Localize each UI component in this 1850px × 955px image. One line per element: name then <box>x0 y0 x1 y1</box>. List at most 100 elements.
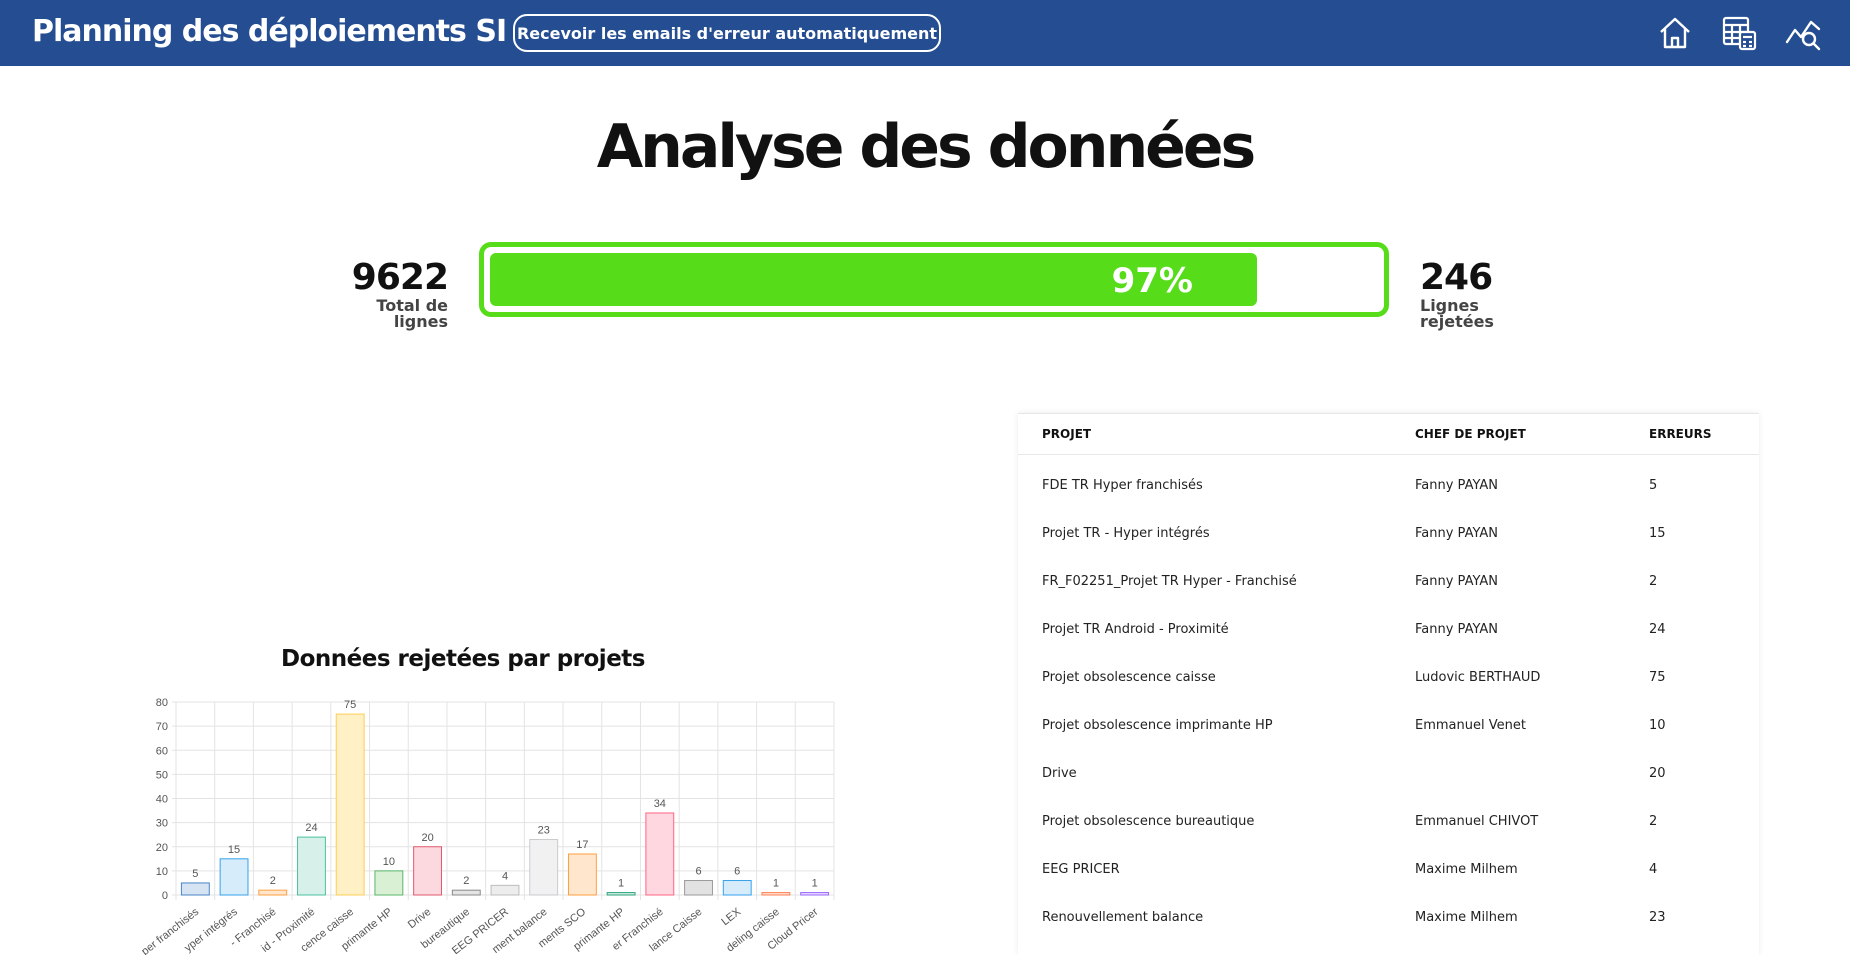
total-lines-value: 9622 <box>351 257 449 298</box>
table-row[interactable]: Projet obsolescence bureautique Emmanuel … <box>1018 798 1759 846</box>
y-tick-label: 10 <box>156 866 168 878</box>
errors-cell: 23 <box>1649 910 1666 925</box>
errors-cell: 2 <box>1649 574 1658 589</box>
table-row[interactable]: EEG PRICER Maxime Milhem 4 <box>1018 846 1759 894</box>
y-tick-label: 80 <box>156 697 168 709</box>
project-cell: Projet obsolescence caisse <box>1042 670 1216 685</box>
bar <box>645 812 675 896</box>
x-tick-label: Drive <box>406 906 434 931</box>
table-row[interactable]: Projet TR - Hyper intégrés Fanny PAYAN 15 <box>1018 510 1759 558</box>
data-label: 6 <box>734 866 740 878</box>
y-tick-label: 40 <box>156 794 168 806</box>
bar <box>374 870 404 896</box>
x-tick-label: LEX <box>719 906 743 929</box>
errors-cell: 75 <box>1649 670 1666 685</box>
progress-fill: 97% <box>490 253 1257 306</box>
rejected-by-project-chart: 010203040506070805per franchisés15yper i… <box>140 697 835 955</box>
data-label: 4 <box>502 870 508 882</box>
errors-cell: 4 <box>1649 862 1658 877</box>
errors-cell: 24 <box>1649 622 1666 637</box>
bar <box>258 889 288 896</box>
data-label: 24 <box>305 822 317 834</box>
project-manager-cell: Maxime Milhem <box>1415 910 1518 925</box>
data-label: 6 <box>695 866 701 878</box>
table-row[interactable]: FDE TR Hyper franchisés Fanny PAYAN 5 <box>1018 462 1759 510</box>
table-row[interactable]: Drive 20 <box>1018 750 1759 798</box>
top-bar: Planning des déploiements SI Recevoir le… <box>0 0 1850 66</box>
errors-cell: 10 <box>1649 718 1666 733</box>
table-calculator-icon[interactable] <box>1720 14 1758 52</box>
project-cell: Projet TR Android - Proximité <box>1042 622 1229 637</box>
table-header: PROJET CHEF DE PROJET ERREURS <box>1018 414 1759 455</box>
success-progress-bar: 97% <box>479 242 1389 317</box>
bar <box>722 880 752 896</box>
project-cell: EEG PRICER <box>1042 862 1120 877</box>
project-manager-cell: Emmanuel Venet <box>1415 718 1526 733</box>
bar <box>451 889 481 896</box>
bar <box>413 846 443 896</box>
y-tick-label: 60 <box>156 745 168 757</box>
project-cell: Projet obsolescence bureautique <box>1042 814 1255 829</box>
errors-cell: 5 <box>1649 478 1658 493</box>
app-title: Planning des déploiements SI <box>32 14 507 49</box>
home-icon[interactable] <box>1656 14 1694 52</box>
page-title: Analyse des données <box>596 112 1257 182</box>
project-cell: Projet TR - Hyper intégrés <box>1042 526 1210 541</box>
y-tick-label: 70 <box>156 721 168 733</box>
bar <box>529 839 559 896</box>
y-tick-label: 0 <box>162 890 168 902</box>
project-manager-cell: Fanny PAYAN <box>1415 622 1498 637</box>
bar <box>761 892 791 896</box>
project-cell: Renouvellement balance <box>1042 910 1204 925</box>
total-lines-stat: 9622 Total de lignes <box>300 257 449 331</box>
errors-table: PROJET CHEF DE PROJET ERREURS FDE TR Hyp… <box>1018 413 1759 955</box>
progress-percent: 97% <box>1111 261 1193 301</box>
data-label: 34 <box>654 798 666 810</box>
bar <box>567 853 597 896</box>
data-label: 10 <box>383 856 395 868</box>
header-erreurs[interactable]: ERREURS <box>1649 427 1712 441</box>
y-tick-label: 20 <box>156 842 168 854</box>
data-label: 17 <box>576 839 588 851</box>
bar <box>800 892 830 896</box>
bar <box>335 713 365 896</box>
data-label: 2 <box>270 875 276 887</box>
header-chef-de-projet[interactable]: CHEF DE PROJET <box>1415 427 1526 441</box>
project-cell: Projet obsolescence imprimante HP <box>1042 718 1273 733</box>
bar <box>606 892 636 896</box>
data-label: 1 <box>618 878 624 890</box>
data-label: 75 <box>344 699 356 711</box>
data-label: 2 <box>463 875 469 887</box>
project-cell: FR_F02251_Projet TR Hyper - Franchisé <box>1042 574 1297 589</box>
chart-title: Données rejetées par projets <box>281 646 645 672</box>
project-cell: Drive <box>1042 766 1077 781</box>
data-label: 1 <box>773 878 779 890</box>
table-row[interactable]: Projet obsolescence caisse Ludovic BERTHA… <box>1018 654 1759 702</box>
table-row[interactable]: FR_F02251_Projet TR Hyper - Franchisé Fan… <box>1018 558 1759 606</box>
project-manager-cell: Fanny PAYAN <box>1415 574 1498 589</box>
header-projet[interactable]: PROJET <box>1042 427 1091 441</box>
table-row[interactable]: Renouvellement balance Maxime Milhem 23 <box>1018 894 1759 942</box>
rejected-lines-stat: 246 Lignes rejetées <box>1420 258 1580 330</box>
y-tick-label: 30 <box>156 818 168 830</box>
table-row[interactable]: Projet TR Android - Proximité Fanny PAYAN… <box>1018 606 1759 654</box>
errors-cell: 2 <box>1649 814 1658 829</box>
rejected-lines-value: 246 <box>1420 257 1493 298</box>
auto-error-emails-button[interactable]: Recevoir les emails d'erreur automatique… <box>513 14 941 52</box>
chart-search-icon[interactable] <box>1784 14 1822 52</box>
rejected-lines-label: Lignes rejetées <box>1420 296 1494 331</box>
bar <box>219 858 249 896</box>
data-label: 15 <box>228 844 240 856</box>
project-manager-cell: Maxime Milhem <box>1415 862 1518 877</box>
data-label: 20 <box>421 832 433 844</box>
total-lines-label: Total de lignes <box>376 296 448 331</box>
project-manager-cell: Fanny PAYAN <box>1415 526 1498 541</box>
table-row[interactable]: Projet obsolescence imprimante HP Emmanue… <box>1018 702 1759 750</box>
bar <box>297 836 326 896</box>
data-label: 23 <box>538 825 550 837</box>
y-tick-label: 50 <box>156 769 168 781</box>
bar <box>180 882 210 896</box>
errors-cell: 20 <box>1649 766 1666 781</box>
project-cell: FDE TR Hyper franchisés <box>1042 478 1203 493</box>
project-manager-cell: Fanny PAYAN <box>1415 478 1498 493</box>
